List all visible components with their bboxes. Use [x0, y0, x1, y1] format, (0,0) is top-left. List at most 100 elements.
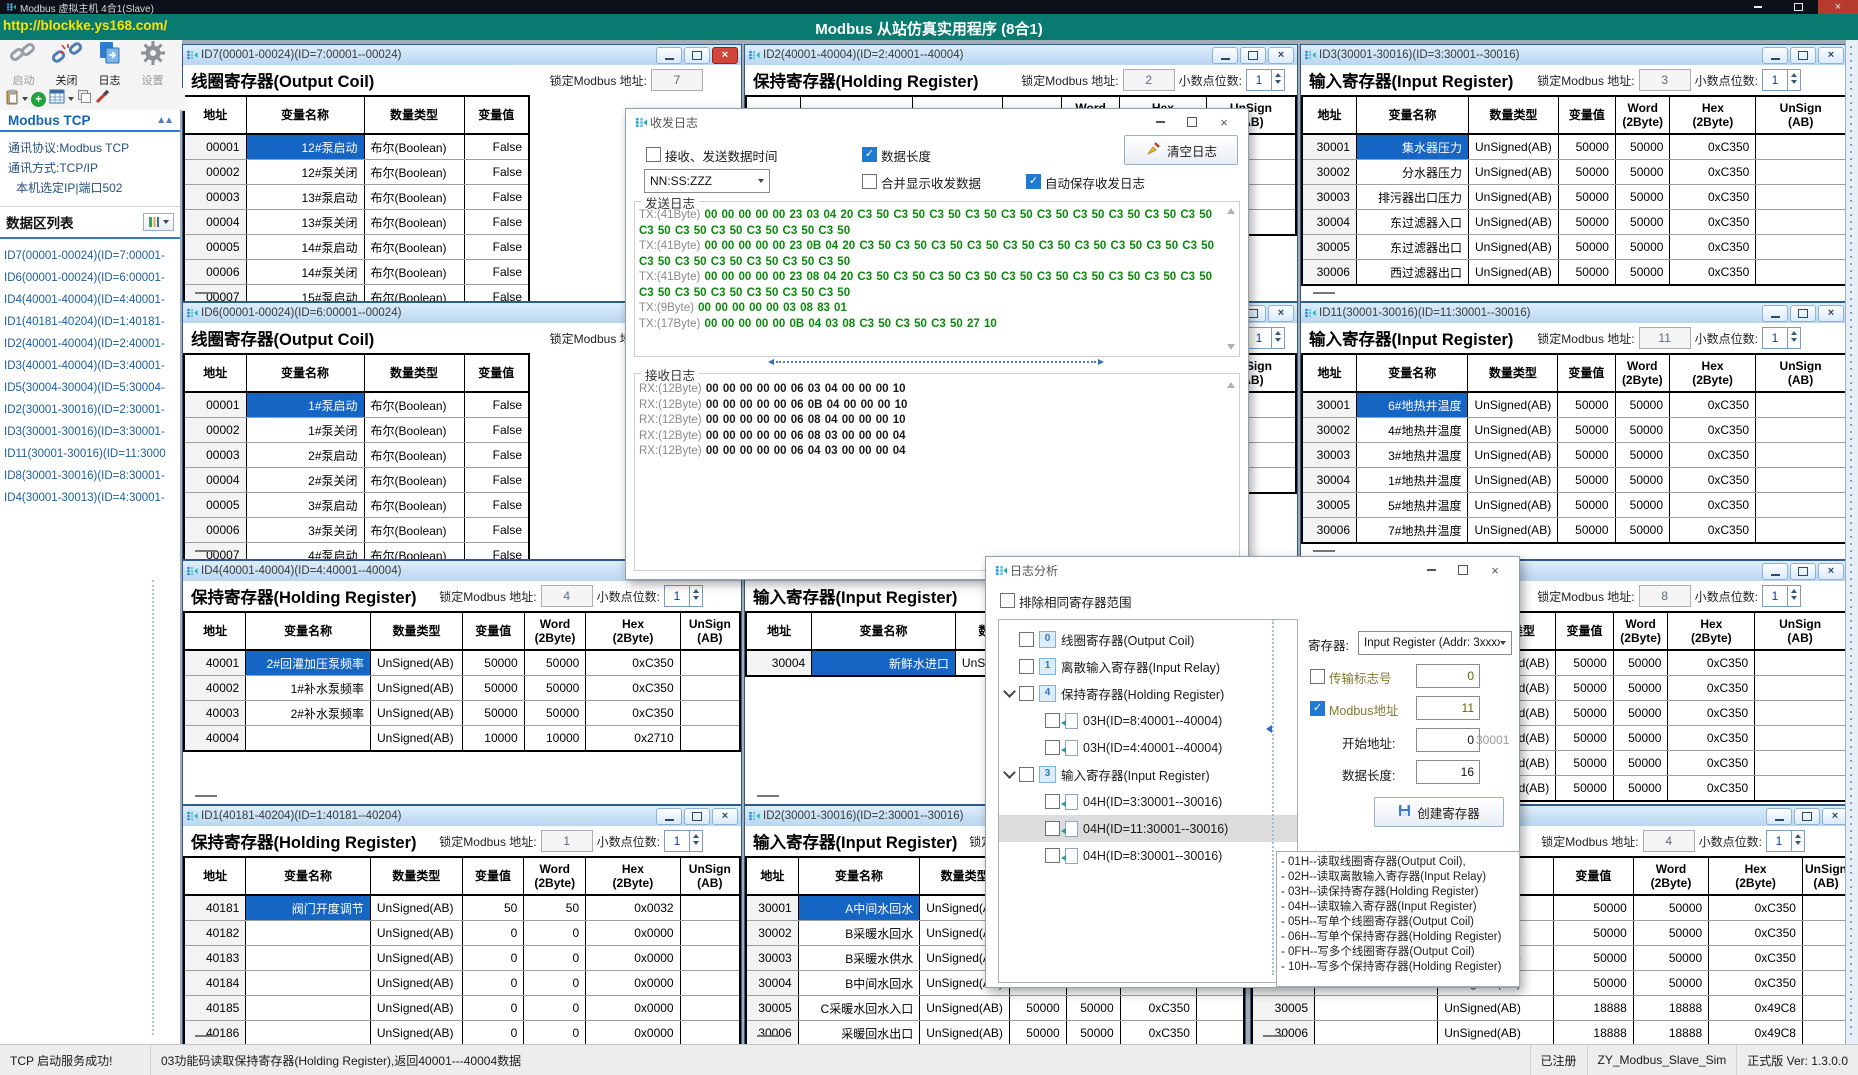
decimal-places-spinner[interactable]: 1 — [664, 585, 703, 607]
paste-icon[interactable] — [5, 89, 19, 110]
minimize-button[interactable] — [1762, 563, 1788, 580]
cell-hex[interactable]: 0xC350 — [1670, 392, 1756, 418]
cell-address[interactable]: 30005 — [1252, 996, 1315, 1021]
data-area-list[interactable]: ID7(00001-00024)(ID=7:00001-ID6(00001-00… — [0, 239, 180, 509]
cell-type[interactable]: UnSigned(AB) — [1468, 210, 1558, 235]
decimal-places-spinner[interactable]: 1 — [1762, 69, 1801, 91]
cell-word[interactable]: 50000 — [524, 701, 586, 726]
cell-value[interactable]: 0 — [462, 946, 524, 971]
cell-word[interactable]: 50000 — [1615, 235, 1669, 260]
cell-address[interactable]: 30003 — [1302, 443, 1357, 468]
minimize-button[interactable] — [656, 808, 682, 825]
cell-name[interactable]: 3#泵关闭 — [246, 518, 364, 543]
decimal-places-spinner[interactable]: 1 — [1246, 327, 1285, 349]
cell-value[interactable]: 50000 — [1010, 996, 1067, 1021]
cell-unsigned[interactable] — [1802, 921, 1850, 946]
cell-value[interactable]: 50000 — [1558, 518, 1615, 544]
cell-type[interactable]: 布尔(Boolean) — [364, 543, 464, 560]
resize-grip[interactable] — [1263, 1035, 1285, 1037]
cell-name[interactable]: B采暖水供水 — [798, 946, 920, 971]
time-format-select[interactable]: NN:SS:ZZZ — [644, 169, 770, 193]
cell-hex[interactable]: 0xC350 — [1120, 996, 1196, 1021]
cell-unsigned[interactable] — [680, 996, 740, 1021]
maximize-button[interactable] — [1240, 47, 1266, 64]
cell-value[interactable]: 0 — [462, 1021, 524, 1045]
cell-word[interactable]: 50000 — [1615, 260, 1669, 286]
cell-hex[interactable]: 0xC350 — [586, 676, 680, 701]
cell-type[interactable]: 布尔(Boolean) — [364, 210, 464, 235]
register-tree[interactable]: 0线圈寄存器(Output Coil)1离散输入寄存器(Input Relay)… — [998, 619, 1298, 983]
cell-word[interactable]: 50000 — [1633, 895, 1708, 921]
cell-type[interactable]: 布尔(Boolean) — [364, 285, 464, 302]
cell-unsigned[interactable] — [1802, 946, 1850, 971]
tree-node[interactable]: 1离散输入寄存器(Input Relay) — [999, 653, 1297, 680]
cell-value[interactable]: False — [464, 285, 529, 302]
cell-unsigned[interactable] — [1756, 185, 1846, 210]
cell-address[interactable]: 30002 — [1302, 160, 1356, 185]
cell-unsigned[interactable] — [1755, 650, 1846, 676]
cell-address[interactable]: 00001 — [184, 392, 246, 418]
cell-unsigned[interactable] — [680, 676, 740, 701]
cell-value[interactable]: 50000 — [1558, 493, 1615, 518]
exclude-same-range-checkbox[interactable] — [1000, 593, 1015, 608]
cell-unsigned[interactable] — [680, 726, 740, 752]
cell-value[interactable]: 50000 — [462, 701, 524, 726]
cell-unsigned[interactable] — [680, 701, 740, 726]
cell-type[interactable]: 布尔(Boolean) — [364, 518, 464, 543]
cell-name[interactable]: 2#补水泵频率 — [246, 701, 371, 726]
chevron-down-icon[interactable] — [1003, 685, 1016, 698]
cell-name[interactable]: 1#补水泵频率 — [246, 676, 371, 701]
app-titlebar[interactable]: Modbus 虚拟主机 4合1(Slave) × — [0, 0, 1858, 14]
cell-hex[interactable]: 0xC350 — [1670, 210, 1756, 235]
cell-name[interactable]: 采暖回水出口 — [798, 1021, 920, 1045]
cell-value[interactable]: 50000 — [1558, 418, 1615, 443]
cell-value[interactable]: False — [464, 443, 529, 468]
close-button[interactable]: × — [1818, 563, 1844, 580]
sidebar-splitter[interactable] — [152, 580, 160, 1035]
tree-checkbox[interactable] — [1019, 767, 1034, 782]
cell-type[interactable]: UnSigned(AB) — [920, 996, 1010, 1021]
cell-value[interactable]: 50000 — [1558, 260, 1615, 286]
register-type-select[interactable]: Input Register (Addr: 3xxxx) — [1358, 631, 1512, 655]
cell-value[interactable]: 50000 — [1554, 921, 1634, 946]
cell-unsigned[interactable] — [1755, 676, 1846, 701]
sidebar-section-modbus-tcp[interactable]: Modbus TCP ▲▲ — [0, 110, 180, 132]
cell-address[interactable]: 40003 — [184, 701, 246, 726]
cell-value[interactable]: 50000 — [1558, 468, 1615, 493]
cell-type[interactable]: 布尔(Boolean) — [364, 185, 464, 210]
cell-name[interactable]: 3#地热井温度 — [1357, 443, 1468, 468]
cell-address[interactable]: 30004 — [1302, 468, 1357, 493]
cell-name[interactable]: 2#泵启动 — [246, 443, 364, 468]
cell-value[interactable]: 50000 — [1556, 676, 1614, 701]
cell-value[interactable]: 0 — [462, 996, 524, 1021]
cell-word[interactable]: 50000 — [1066, 996, 1120, 1021]
cell-value[interactable]: 0 — [462, 921, 524, 946]
cell-hex[interactable]: 0xC350 — [1670, 468, 1756, 493]
close-icon[interactable]: × — [1479, 559, 1511, 581]
chevron-down-icon[interactable] — [1003, 766, 1016, 779]
decimal-places-spinner[interactable]: 1 — [664, 830, 703, 852]
tree-checkbox[interactable] — [1019, 686, 1034, 701]
data-area-list-item[interactable]: ID6(00001-00024)(ID=6:00001- — [4, 267, 180, 289]
cell-address[interactable]: 30001 — [1302, 134, 1356, 160]
close-icon[interactable]: × — [1208, 111, 1240, 133]
cell-word[interactable]: 50000 — [1615, 392, 1670, 418]
settings-button[interactable]: 设置 — [131, 40, 174, 88]
cell-value[interactable]: False — [464, 134, 529, 160]
cell-hex[interactable]: 0x0000 — [586, 946, 680, 971]
data-area-list-item[interactable]: ID1(40181-40204)(ID=1:40181- — [4, 311, 180, 333]
cell-type[interactable]: UnSigned(AB) — [370, 895, 462, 921]
function-code-list[interactable]: - 01H--读取线圈寄存器(Output Coil),- 02H--读取离散输… — [1276, 851, 1520, 987]
cell-hex[interactable]: 0x0000 — [586, 1021, 680, 1045]
cell-unsigned[interactable] — [1196, 1021, 1244, 1045]
resize-grip[interactable] — [195, 292, 217, 294]
panel-splitter[interactable] — [1272, 619, 1274, 975]
close-button[interactable]: × — [1818, 305, 1844, 322]
cell-name[interactable]: 2#回灌加压泵频率 — [246, 650, 371, 676]
close-button[interactable]: × — [712, 808, 738, 825]
data-list-view-button[interactable] — [143, 213, 174, 231]
cell-hex[interactable]: 0xC350 — [1709, 946, 1803, 971]
cell-hex[interactable]: 0x0000 — [586, 971, 680, 996]
cell-type[interactable]: 布尔(Boolean) — [364, 418, 464, 443]
modbus-address-lock-field[interactable]: 7 — [651, 69, 703, 91]
